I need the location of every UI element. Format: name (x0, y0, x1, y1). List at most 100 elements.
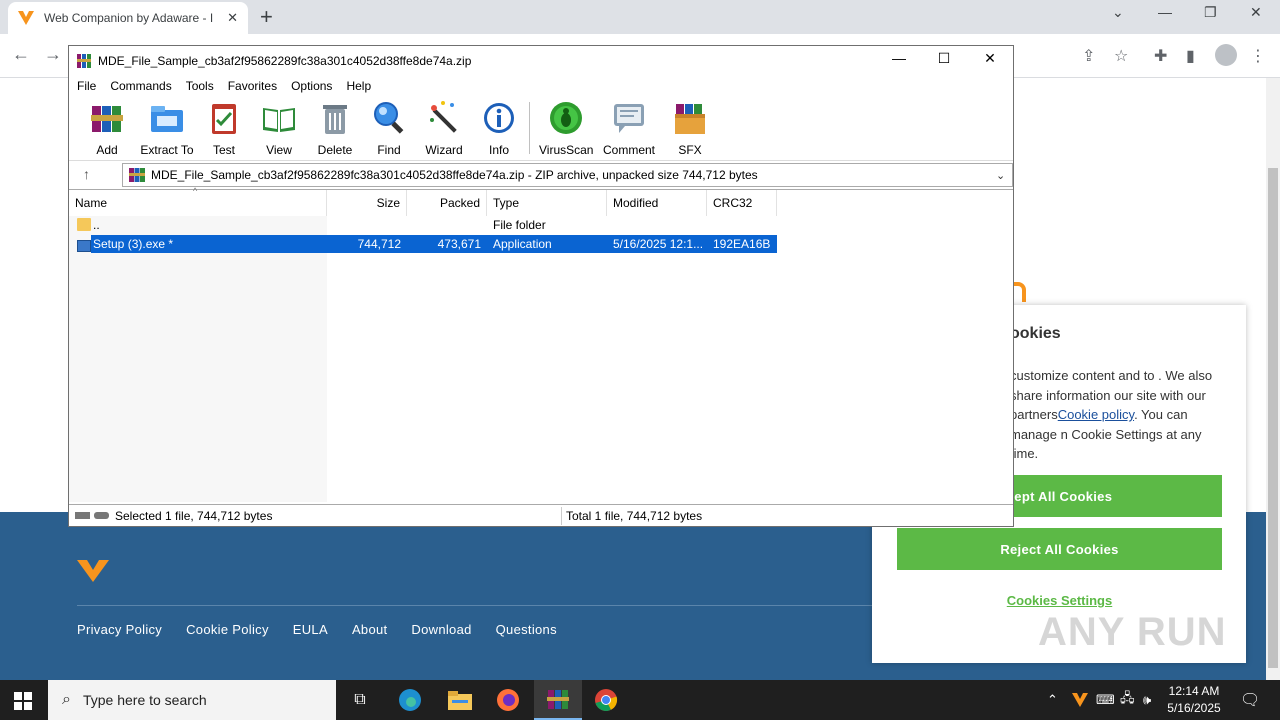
winrar-minimize-icon[interactable]: — (881, 50, 917, 72)
browser-tab[interactable]: Web Companion by Adaware - I ✕ (8, 2, 248, 34)
menu-tools[interactable]: Tools (186, 76, 214, 96)
reject-all-cookies-button[interactable]: Reject All Cookies (897, 528, 1222, 570)
comment-button[interactable]: Comment (601, 100, 657, 157)
info-icon (484, 103, 514, 133)
taskbar-search[interactable]: ⌕ Type here to search (48, 680, 336, 720)
column-name[interactable]: Name (69, 190, 327, 216)
winrar-app-icon (77, 54, 91, 68)
scrollbar-thumb[interactable] (1268, 168, 1278, 668)
device-tray-icon[interactable]: ⌨ (1096, 680, 1115, 720)
wizard-label: Wizard (425, 143, 463, 157)
firefox-icon[interactable] (484, 680, 532, 720)
adaware-tray-icon[interactable] (1072, 680, 1088, 720)
find-button[interactable]: Find (371, 100, 407, 157)
minimize-icon[interactable]: — (1158, 4, 1172, 20)
find-label: Find (377, 143, 401, 157)
winrar-taskbar-icon[interactable] (534, 680, 582, 720)
extract-to-button[interactable]: Extract To (139, 100, 195, 157)
info-label: Info (488, 143, 509, 157)
extensions-icon[interactable]: ✚ (1154, 46, 1167, 66)
menu-file[interactable]: File (77, 76, 96, 96)
winrar-title: MDE_File_Sample_cb3af2f95862289fc38a301c… (98, 54, 472, 68)
comment-icon (614, 104, 644, 133)
info-button[interactable]: Info (481, 100, 517, 157)
volume-icon[interactable]: 🕪 (1143, 680, 1151, 720)
cookies-settings-link[interactable]: Cookies Settings (897, 593, 1222, 608)
view-button[interactable]: View (257, 100, 301, 157)
column-modified[interactable]: Modified (607, 190, 707, 216)
footer-link-questions[interactable]: Questions (496, 622, 557, 637)
column-packed[interactable]: Packed (407, 190, 487, 216)
tab-close-icon[interactable]: ✕ (227, 10, 238, 26)
winrar-maximize-icon[interactable]: ☐ (926, 50, 962, 72)
task-view-icon[interactable]: ⧉ (336, 680, 384, 720)
cookie-text: customize content and to . We also share… (1010, 366, 1230, 464)
winrar-titlebar[interactable]: MDE_File_Sample_cb3af2f95862289fc38a301c… (69, 46, 1013, 76)
footer-link-eula[interactable]: EULA (293, 622, 328, 637)
footer-link-download[interactable]: Download (411, 622, 471, 637)
menu-commands[interactable]: Commands (110, 76, 171, 96)
footer-logo-icon (77, 560, 109, 582)
menu-options[interactable]: Options (291, 76, 332, 96)
sfx-label: SFX (678, 143, 702, 157)
notifications-icon[interactable]: 🗨 (1240, 680, 1260, 720)
status-divider (561, 507, 562, 525)
delete-button[interactable]: Delete (315, 100, 355, 157)
exe-icon (77, 240, 91, 252)
windows-start-icon[interactable] (14, 692, 32, 710)
back-icon[interactable]: ← (12, 44, 30, 65)
bookmark-star-icon[interactable]: ☆ (1114, 46, 1128, 66)
file-list: ^ Name Size Packed Type Modified CRC32 .… (69, 186, 1013, 502)
browser-tabstrip: Web Companion by Adaware - I ✕ + ⌄ — ❐ ✕ (0, 0, 1280, 34)
up-folder-icon[interactable]: ↑ (83, 166, 90, 182)
share-icon[interactable]: ⇪ (1082, 46, 1095, 66)
test-button[interactable]: Test (206, 100, 242, 157)
close-window-icon[interactable]: ✕ (1250, 4, 1262, 21)
search-icon: ⌕ (62, 691, 71, 708)
footer-link-about[interactable]: About (352, 622, 387, 637)
winrar-addressbar: ↑ MDE_File_Sample_cb3af2f95862289fc38a30… (69, 160, 1013, 188)
side-panel-icon[interactable]: ▮ (1186, 46, 1195, 66)
footer-link-cookie[interactable]: Cookie Policy (186, 622, 269, 637)
extract-folder-icon (151, 106, 183, 132)
page-scrollbar[interactable] (1266, 78, 1280, 680)
cookie-policy-link[interactable]: Cookie policy (1058, 407, 1134, 422)
footer-links: Privacy Policy Cookie Policy EULA About … (77, 622, 557, 637)
archive-path-field[interactable]: MDE_File_Sample_cb3af2f95862289fc38a301c… (122, 163, 1013, 187)
anyrun-watermark: ANY RUN (1038, 610, 1227, 654)
extract-to-label: Extract To (140, 143, 194, 157)
column-crc32[interactable]: CRC32 (707, 190, 777, 216)
menu-icon[interactable]: ⋮ (1250, 46, 1266, 66)
toolbar-separator (529, 102, 530, 154)
archive-icon (129, 168, 145, 182)
file-explorer-icon[interactable] (436, 680, 484, 720)
column-type[interactable]: Type (487, 190, 607, 216)
list-item-selected[interactable]: Setup (3).exe * 744,712 473,671 Applicat… (91, 235, 777, 253)
profile-avatar[interactable] (1215, 44, 1237, 66)
footer-link-privacy[interactable]: Privacy Policy (77, 622, 162, 637)
view-book-icon (263, 108, 295, 132)
network-icon[interactable]: 🖧 (1120, 680, 1135, 720)
winrar-close-icon[interactable]: ✕ (972, 50, 1008, 72)
new-tab-button[interactable]: + (260, 4, 273, 30)
wizard-button[interactable]: Wizard (424, 100, 464, 157)
row-size: 744,712 (357, 237, 401, 251)
chrome-icon[interactable] (582, 680, 630, 720)
restore-icon[interactable]: ❐ (1204, 4, 1217, 21)
menu-favorites[interactable]: Favorites (228, 76, 277, 96)
tab-search-icon[interactable]: ⌄ (1112, 4, 1124, 21)
add-button[interactable]: Add (89, 100, 125, 157)
chevron-down-icon[interactable]: ⌄ (996, 169, 1012, 182)
edge-icon[interactable] (386, 680, 434, 720)
forward-icon[interactable]: → (44, 44, 62, 65)
row-name: .. (93, 218, 100, 232)
show-hidden-icons-icon[interactable]: ⌃ (1047, 680, 1058, 720)
sfx-button[interactable]: SFX (669, 100, 711, 157)
comment-label: Comment (602, 143, 655, 157)
column-size[interactable]: Size (327, 190, 407, 216)
find-magnifier-icon (374, 102, 404, 134)
virusscan-button[interactable]: VirusScan (539, 100, 593, 157)
taskbar-clock[interactable]: 12:14 AM 5/16/2025 (1166, 683, 1222, 717)
list-item-parent[interactable]: .. File folder (69, 216, 777, 234)
menu-help[interactable]: Help (346, 76, 371, 96)
